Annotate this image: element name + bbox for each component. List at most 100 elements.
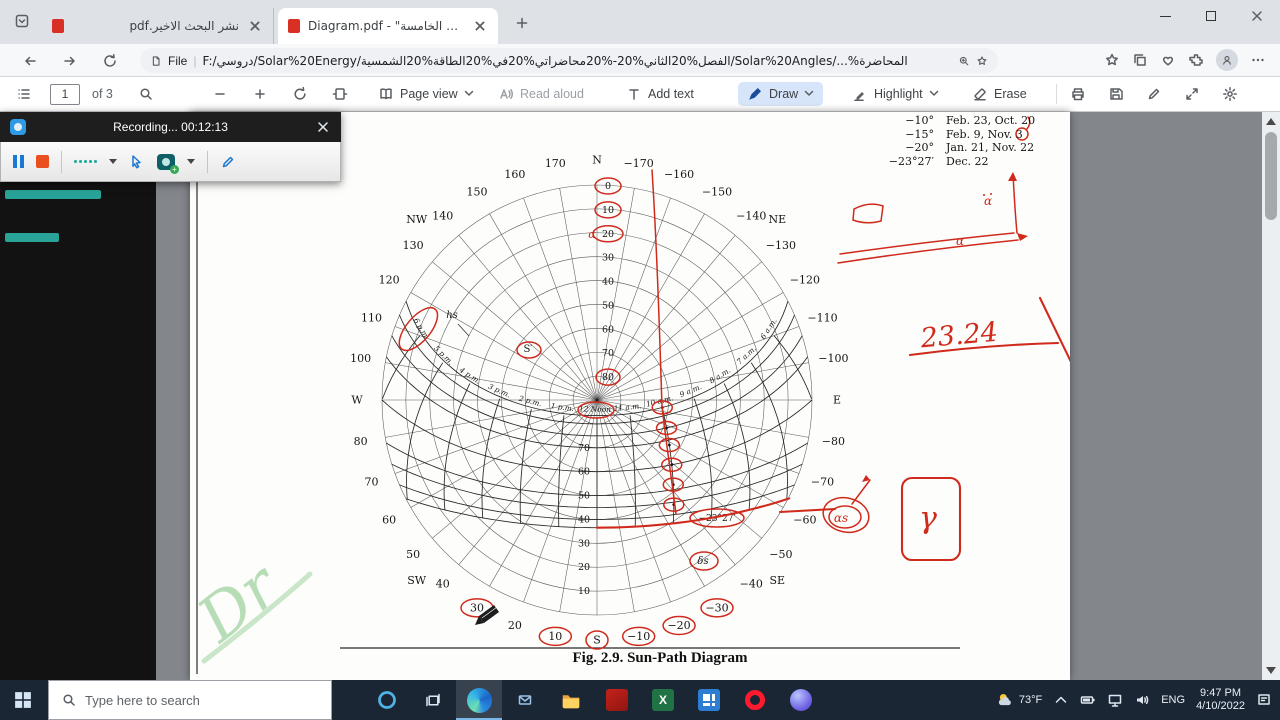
tab-close-icon[interactable] xyxy=(472,18,488,34)
tab-actions-menu-icon[interactable] xyxy=(14,13,32,31)
pen-tool-icon[interactable] xyxy=(220,154,236,170)
mail-app-icon[interactable] xyxy=(502,680,548,720)
file-explorer-icon[interactable] xyxy=(548,680,594,720)
stop-button[interactable] xyxy=(36,155,49,168)
annotate-pen-icon[interactable] xyxy=(1146,77,1162,111)
scrollbar-thumb[interactable] xyxy=(1265,132,1277,220)
svg-text:100: 100 xyxy=(350,352,371,365)
search-document-icon[interactable] xyxy=(138,77,154,111)
svg-text:10: 10 xyxy=(578,586,590,597)
polar-grid xyxy=(381,184,813,616)
back-button[interactable] xyxy=(18,49,42,73)
action-center-icon[interactable] xyxy=(1256,692,1272,708)
pdf-file-icon xyxy=(52,19,64,33)
fit-to-page-button[interactable] xyxy=(332,77,348,111)
excel-app-icon[interactable]: X xyxy=(640,680,686,720)
page-number-input[interactable]: 1 xyxy=(50,83,80,105)
webcam-overlay-button[interactable]: + xyxy=(157,153,179,174)
svg-text:8 a.m.: 8 a.m. xyxy=(708,366,732,386)
draw-dotted-tool[interactable] xyxy=(74,160,97,163)
erase-button[interactable]: Erase xyxy=(972,77,1027,111)
collections-icon[interactable] xyxy=(1132,52,1148,68)
window-close-button[interactable] xyxy=(1234,0,1280,32)
pdf-file-icon xyxy=(288,19,300,33)
url-text: F:/دروسي/Solar%20Energy/الفصل%20الثاني%2… xyxy=(202,53,908,68)
svg-text:40: 40 xyxy=(436,577,450,590)
svg-text:110: 110 xyxy=(361,311,382,324)
browser-essentials-icon[interactable] xyxy=(1160,52,1176,68)
pause-button[interactable] xyxy=(13,155,24,168)
recorder-app-icon xyxy=(10,119,26,135)
highlight-button[interactable]: Highlight xyxy=(852,77,939,111)
volume-icon[interactable] xyxy=(1134,692,1150,708)
window-minimize-button[interactable] xyxy=(1142,0,1188,32)
svg-text:W: W xyxy=(351,394,363,407)
battery-icon[interactable] xyxy=(1080,692,1096,708)
tab-title: Diagram.pdf - "المحاضرة الخامسة" xyxy=(308,19,464,33)
rotate-button[interactable] xyxy=(292,77,308,111)
scrollbar[interactable] xyxy=(1262,112,1280,680)
browser-tab-active[interactable]: Diagram.pdf - "المحاضرة الخامسة" xyxy=(278,8,498,44)
chevron-down-icon[interactable] xyxy=(109,159,117,164)
table-of-contents-icon[interactable] xyxy=(16,77,32,111)
svg-text:130: 130 xyxy=(403,239,424,252)
scroll-up-icon[interactable] xyxy=(1266,118,1276,125)
fullscreen-button[interactable] xyxy=(1184,77,1200,111)
tab-close-icon[interactable] xyxy=(247,18,263,34)
network-icon[interactable] xyxy=(1107,692,1123,708)
svg-text:50: 50 xyxy=(406,548,420,561)
start-button[interactable] xyxy=(0,680,46,720)
edge-taskbar-icon[interactable] xyxy=(456,680,502,720)
svg-text:20: 20 xyxy=(508,619,522,632)
language-indicator[interactable]: ENG xyxy=(1161,694,1185,706)
chevron-down-icon[interactable] xyxy=(187,159,195,164)
weather-widget[interactable]: 73°F xyxy=(996,691,1042,709)
browser-address-bar: File | F:/دروسي/Solar%20Energy/الفصل%20ا… xyxy=(0,44,1280,77)
browser-tab[interactable]: نشر البحث الاخير.pdf xyxy=(42,8,274,44)
show-hidden-icons-chevron[interactable] xyxy=(1053,692,1069,708)
favorites-star-icon[interactable] xyxy=(976,55,988,67)
add-text-button[interactable]: Add text xyxy=(626,77,694,111)
cortana-icon[interactable] xyxy=(364,680,410,720)
zoom-out-button[interactable] xyxy=(212,77,228,111)
favorites-bar-icon[interactable] xyxy=(1104,52,1120,68)
pdf-toolbar: 1 of 3 Page view Read aloud Add text Dra… xyxy=(0,77,1280,112)
settings-menu-icon[interactable] xyxy=(1250,52,1266,68)
scroll-down-icon[interactable] xyxy=(1266,667,1276,674)
draw-button-selected[interactable]: Draw xyxy=(738,77,824,111)
svg-text:hs: hs xyxy=(446,310,458,321)
taskbar-search-box[interactable] xyxy=(48,680,332,720)
svg-text:70: 70 xyxy=(578,443,590,454)
profile-avatar[interactable] xyxy=(1216,49,1238,71)
clock-widget[interactable]: 9:47 PM 4/10/2022 xyxy=(1196,687,1245,713)
violet-app-icon[interactable] xyxy=(778,680,824,720)
blue-app-icon[interactable] xyxy=(686,680,732,720)
url-bar[interactable]: File | F:/دروسي/Solar%20Energy/الفصل%20ا… xyxy=(140,48,998,73)
svg-text:170: 170 xyxy=(545,157,566,170)
task-view-icon[interactable] xyxy=(410,680,456,720)
pdf-page[interactable]: S 10 20 30 40 50 60 70 80 W 100 110 120 130 140 150 160 1… xyxy=(190,112,1070,680)
opera-app-icon[interactable] xyxy=(732,680,778,720)
red-app-icon[interactable] xyxy=(594,680,640,720)
print-button[interactable] xyxy=(1070,77,1086,111)
svg-text:60: 60 xyxy=(602,324,614,335)
read-aloud-button[interactable]: Read aloud xyxy=(498,77,584,111)
svg-text:−80: −80 xyxy=(822,435,845,448)
forward-button[interactable] xyxy=(58,49,82,73)
svg-text:40: 40 xyxy=(602,277,614,288)
cursor-tool-icon[interactable] xyxy=(129,154,145,170)
save-button[interactable] xyxy=(1108,77,1124,111)
recorder-close-icon[interactable] xyxy=(315,119,331,135)
extensions-icon[interactable] xyxy=(1188,52,1204,68)
desktop: نشر البحث الاخير.pdf Diagram.pdf - "المح… xyxy=(0,0,1280,720)
page-view-button[interactable]: Page view xyxy=(378,77,474,111)
svg-text:−60: −60 xyxy=(793,514,816,527)
refresh-button[interactable] xyxy=(98,49,122,73)
zoom-page-icon[interactable] xyxy=(958,55,970,67)
new-tab-button[interactable] xyxy=(512,13,532,33)
window-maximize-button[interactable] xyxy=(1188,0,1234,32)
zoom-in-button[interactable] xyxy=(252,77,268,111)
search-input[interactable] xyxy=(85,692,305,708)
url-scheme-label: File xyxy=(168,53,188,68)
settings-gear-icon[interactable] xyxy=(1222,77,1238,111)
